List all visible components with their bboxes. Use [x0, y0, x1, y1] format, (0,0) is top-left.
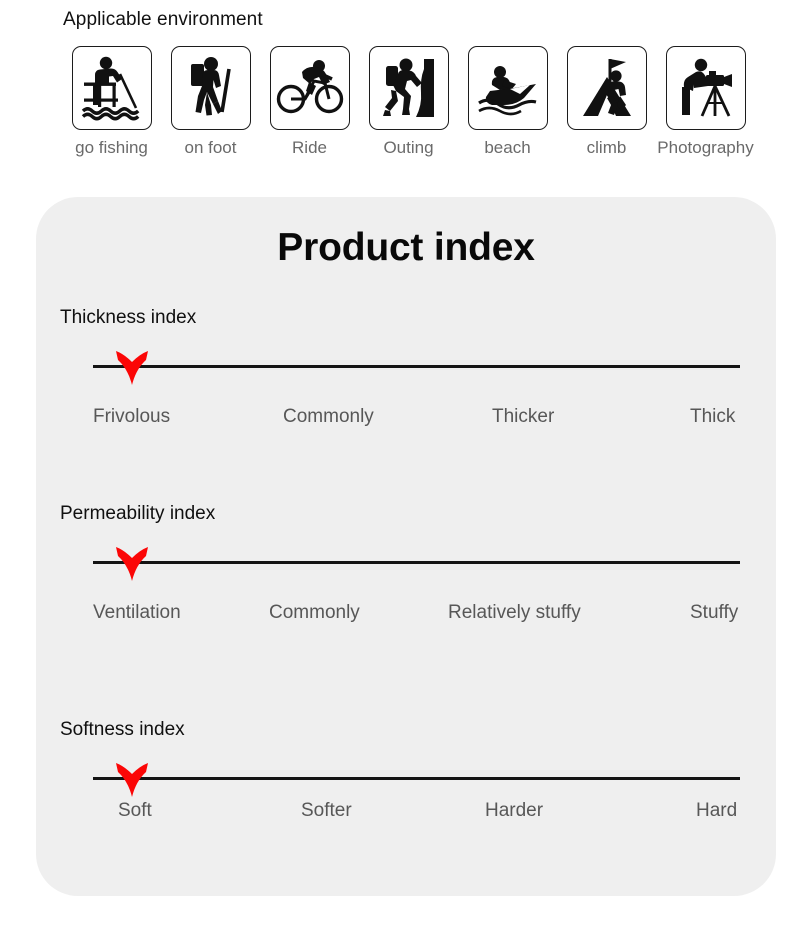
- environment-icon-list: go fishing on foot Ride Outing beach cli…: [62, 46, 755, 158]
- rock-climb-icon: [368, 46, 449, 130]
- environment-item-label: on foot: [184, 138, 237, 157]
- applicable-environment-title: Applicable environment: [63, 9, 263, 30]
- softness-scale[interactable]: [93, 763, 740, 797]
- environment-item-label: Photography: [657, 138, 754, 157]
- scale-marker-thickness[interactable]: [115, 349, 149, 387]
- environment-item-label: climb: [586, 138, 627, 157]
- index-heading: Permeability index: [60, 503, 216, 524]
- thickness-scale-labels: Frivolous Commonly Thicker Thick: [93, 405, 753, 429]
- camera-tripod-icon: [665, 46, 746, 130]
- jet-ski-icon: [467, 46, 548, 130]
- softness-scale-labels: Soft Softer Harder Hard: [93, 799, 753, 823]
- scale-label: Thick: [690, 406, 736, 427]
- scale-line: [93, 365, 740, 368]
- environment-item-go-fishing[interactable]: go fishing: [62, 46, 161, 158]
- scale-label: Commonly: [269, 602, 360, 623]
- scale-label: Softer: [301, 800, 352, 821]
- scale-line: [93, 777, 740, 780]
- hiking-icon: [170, 46, 251, 130]
- environment-item-ride[interactable]: Ride: [260, 46, 359, 158]
- index-heading: Softness index: [60, 719, 185, 740]
- scale-label: Relatively stuffy: [448, 602, 581, 623]
- permeability-scale-labels: Ventilation Commonly Relatively stuffy S…: [93, 601, 753, 625]
- scale-marker-softness[interactable]: [115, 761, 149, 799]
- environment-item-label: beach: [484, 138, 531, 157]
- scale-label: Frivolous: [93, 406, 171, 427]
- thickness-scale[interactable]: [93, 351, 740, 385]
- environment-item-on-foot[interactable]: on foot: [161, 46, 260, 158]
- mountain-flag-icon: [566, 46, 647, 130]
- environment-item-photography[interactable]: Photography: [656, 46, 755, 158]
- permeability-scale[interactable]: [93, 547, 740, 581]
- cycling-icon: [269, 46, 350, 130]
- product-index-panel: Product index Thickness index Frivolous …: [36, 197, 776, 896]
- environment-item-label: Outing: [383, 138, 434, 157]
- page-title: Product index: [277, 226, 535, 269]
- environment-item-label: Ride: [292, 138, 327, 157]
- scale-label: Ventilation: [93, 602, 181, 623]
- scale-label: Hard: [696, 800, 738, 821]
- scale-label: Stuffy: [690, 602, 739, 623]
- scale-label: Soft: [118, 800, 152, 821]
- scale-label: Harder: [485, 800, 544, 821]
- scale-marker-permeability[interactable]: [115, 545, 149, 583]
- scale-label: Commonly: [283, 406, 374, 427]
- fishing-icon: [71, 46, 152, 130]
- environment-item-outing[interactable]: Outing: [359, 46, 458, 158]
- scale-line: [93, 561, 740, 564]
- environment-item-label: go fishing: [75, 138, 148, 157]
- index-heading: Thickness index: [60, 307, 197, 328]
- scale-label: Thicker: [492, 406, 555, 427]
- environment-item-climb[interactable]: climb: [557, 46, 656, 158]
- environment-item-beach[interactable]: beach: [458, 46, 557, 158]
